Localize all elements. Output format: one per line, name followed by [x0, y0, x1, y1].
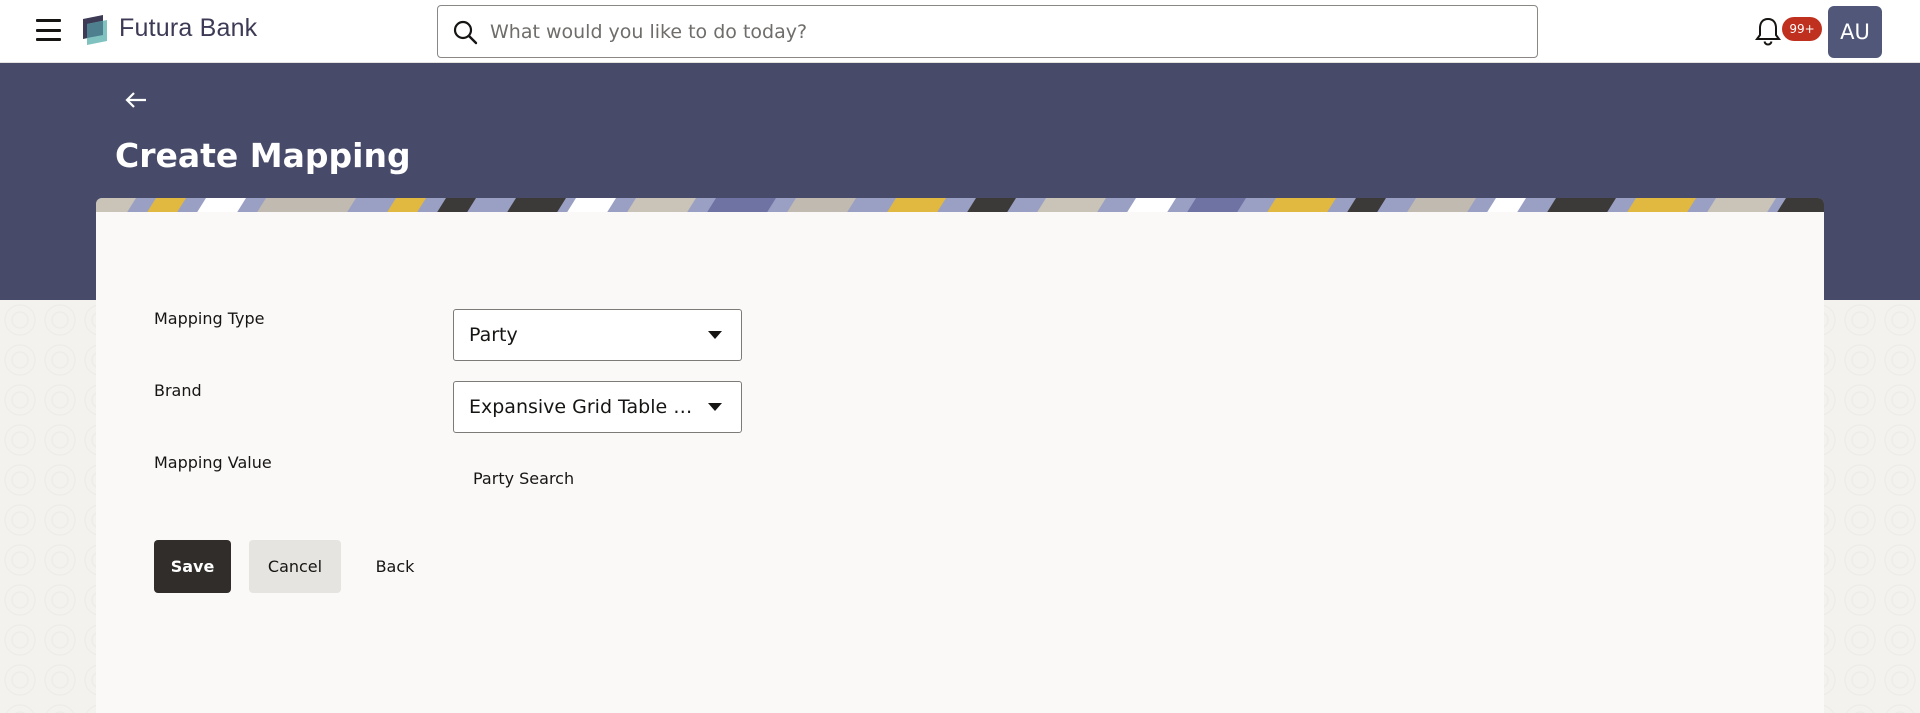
top-header: Futura Bank 99+ AU [0, 0, 1920, 63]
back-arrow-icon[interactable] [124, 90, 148, 110]
save-button[interactable]: Save [154, 540, 231, 593]
mapping-type-value: Party [469, 324, 518, 346]
mapping-value-label: Mapping Value [154, 453, 272, 472]
global-search[interactable] [437, 5, 1538, 58]
chevron-down-icon [708, 331, 722, 339]
form-card: Mapping Type Party Brand Expansive Grid … [96, 212, 1824, 713]
mapping-type-label: Mapping Type [154, 309, 265, 328]
mapping-type-select[interactable]: Party [453, 309, 742, 361]
notification-badge[interactable]: 99+ [1782, 17, 1822, 41]
search-icon [453, 20, 478, 44]
hamburger-menu-icon[interactable] [36, 19, 61, 41]
brand-select[interactable]: Expansive Grid Table Brand [453, 381, 742, 433]
party-search-link[interactable]: Party Search [473, 469, 574, 488]
search-input[interactable] [490, 20, 1490, 43]
bank-logo-icon [83, 15, 107, 45]
brand-label: Brand [154, 381, 202, 400]
chevron-down-icon [708, 403, 722, 411]
brand-value: Expansive Grid Table Brand [469, 396, 694, 418]
cancel-button[interactable]: Cancel [249, 540, 341, 593]
back-button[interactable]: Back [358, 540, 432, 593]
user-avatar[interactable]: AU [1828, 6, 1882, 58]
page-title: Create Mapping [115, 136, 411, 175]
brand-name: Futura Bank [119, 14, 258, 42]
notification-bell-icon[interactable] [1754, 16, 1782, 46]
